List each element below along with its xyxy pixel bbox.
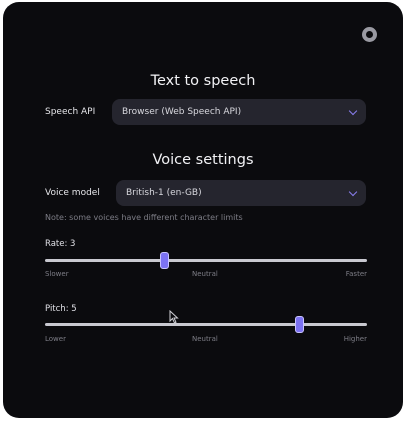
voice-settings-heading: Voice settings [152, 152, 254, 168]
voice-note: Note: some voices have different charact… [45, 213, 243, 222]
pitch-max-label: Higher [343, 335, 367, 343]
rate-label: Rate: 3 [45, 239, 76, 249]
chevron-down-icon [348, 106, 358, 116]
speech-api-select[interactable]: Browser (Web Speech API) [112, 99, 366, 125]
speech-api-value: Browser (Web Speech API) [122, 107, 242, 117]
mouse-pointer-icon [169, 310, 179, 324]
rate-min-label: Slower [45, 270, 69, 278]
pitch-slider[interactable] [45, 316, 367, 333]
pitch-label: Pitch: 5 [45, 304, 77, 314]
voice-model-value: British-1 (en-GB) [126, 188, 202, 198]
tts-heading: Text to speech [150, 73, 256, 89]
chevron-down-icon [348, 187, 358, 197]
pitch-min-label: Lower [45, 335, 66, 343]
pitch-slider-thumb[interactable] [295, 316, 305, 333]
rate-slider-thumb[interactable] [160, 252, 170, 269]
voice-model-label: Voice model [45, 188, 100, 198]
close-icon[interactable] [362, 27, 377, 42]
rate-mid-label: Neutral [192, 270, 218, 278]
rate-slider[interactable] [45, 252, 367, 269]
rate-max-label: Faster [345, 270, 367, 278]
voice-model-select[interactable]: British-1 (en-GB) [116, 180, 366, 206]
speech-api-label: Speech API [45, 107, 96, 117]
settings-panel: Text to speech Speech API Browser (Web S… [3, 2, 403, 418]
pitch-mid-label: Neutral [192, 335, 218, 343]
